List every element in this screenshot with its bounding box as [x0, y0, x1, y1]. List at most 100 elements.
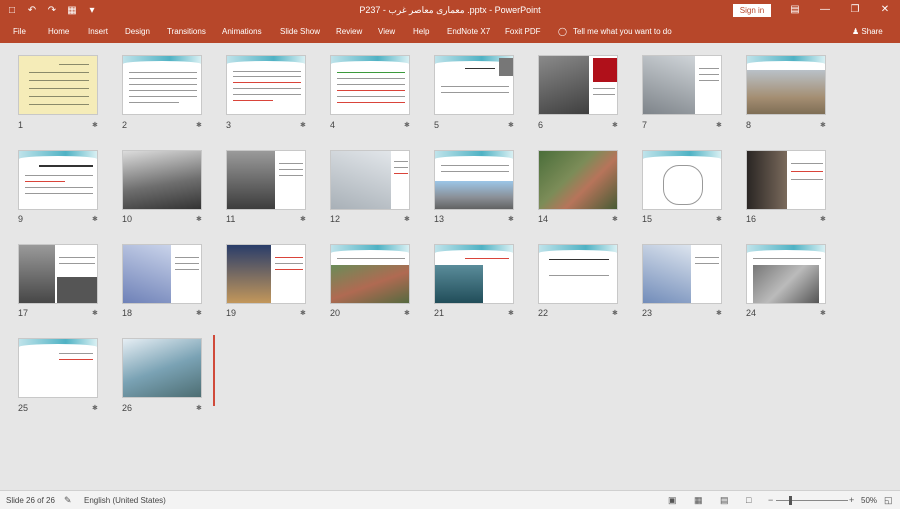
transition-star-icon: ✱	[404, 216, 410, 223]
slide-sorter[interactable]: 1 2 3 4 5 6 7 8 9 10 11 12 13 14 15 16 1…	[0, 43, 900, 490]
close-icon[interactable]: ✕	[870, 2, 900, 18]
slide-thumbnail-20[interactable]	[330, 244, 410, 304]
tell-me-box[interactable]: ◯ Tell me what you want to do	[558, 27, 672, 36]
normal-view-icon[interactable]: ▣	[668, 495, 677, 506]
transition-star-icon: ✱	[196, 405, 202, 412]
slide-number-14: 14	[538, 214, 549, 224]
tab-file[interactable]: File	[13, 27, 26, 36]
slide-number-19: 19	[226, 308, 237, 318]
insertion-marker	[213, 335, 215, 406]
slide-thumbnail-24[interactable]	[746, 244, 826, 304]
slide-thumbnail-23[interactable]	[642, 244, 722, 304]
transition-star-icon: ✱	[92, 405, 98, 412]
fit-to-window-icon[interactable]: ◱	[884, 495, 893, 506]
slide-thumbnail-2[interactable]	[122, 55, 202, 115]
slide-number-13: 13	[434, 214, 445, 224]
slide-thumbnail-14[interactable]	[538, 150, 618, 210]
slide-thumbnail-11[interactable]	[226, 150, 306, 210]
slide-thumbnail-15[interactable]	[642, 150, 722, 210]
transition-star-icon: ✱	[196, 122, 202, 129]
slide-thumbnail-19[interactable]	[226, 244, 306, 304]
tab-view[interactable]: View	[378, 27, 395, 36]
ribbon-display-icon[interactable]: ▤	[780, 2, 810, 18]
zoom-out-icon[interactable]: −	[768, 495, 773, 505]
slide-show-view-icon[interactable]: □	[746, 495, 751, 505]
zoom-level[interactable]: 50%	[861, 496, 877, 505]
transition-star-icon: ✱	[404, 310, 410, 317]
transition-star-icon: ✱	[196, 216, 202, 223]
slide-thumbnail-6[interactable]	[538, 55, 618, 115]
slide-number-7: 7	[642, 120, 648, 130]
share-label: Share	[861, 27, 883, 36]
transition-star-icon: ✱	[404, 122, 410, 129]
slide-thumbnail-12[interactable]	[330, 150, 410, 210]
transition-star-icon: ✱	[300, 216, 306, 223]
transition-star-icon: ✱	[92, 310, 98, 317]
tab-foxit-pdf[interactable]: Foxit PDF	[505, 27, 541, 36]
slide-thumbnail-22[interactable]	[538, 244, 618, 304]
tab-home[interactable]: Home	[48, 27, 69, 36]
tab-slide-show[interactable]: Slide Show	[280, 27, 320, 36]
zoom-slider-thumb[interactable]	[789, 496, 792, 505]
slide-thumbnail-16[interactable]	[746, 150, 826, 210]
slide-number-21: 21	[434, 308, 445, 318]
slide-thumbnail-26[interactable]	[122, 338, 202, 398]
transition-star-icon: ✱	[196, 310, 202, 317]
reading-view-icon[interactable]: ▤	[720, 495, 729, 506]
slide-number-22: 22	[538, 308, 549, 318]
zoom-in-icon[interactable]: +	[849, 495, 854, 505]
tab-transitions[interactable]: Transitions	[167, 27, 206, 36]
slide-number-20: 20	[330, 308, 341, 318]
slide-thumbnail-4[interactable]	[330, 55, 410, 115]
slide-thumbnail-8[interactable]	[746, 55, 826, 115]
transition-star-icon: ✱	[716, 216, 722, 223]
tab-endnote[interactable]: EndNote X7	[447, 27, 490, 36]
slide-thumbnail-21[interactable]	[434, 244, 514, 304]
transition-star-icon: ✱	[612, 122, 618, 129]
lightbulb-icon: ◯	[558, 27, 567, 36]
slide-thumbnail-18[interactable]	[122, 244, 202, 304]
title-bar: □ ↶ ↷ ▦ ▾ P237 - معماری معاصر غرب .pptx …	[0, 0, 900, 21]
slide-number-9: 9	[18, 214, 24, 224]
slide-thumbnail-17[interactable]	[18, 244, 98, 304]
spelling-icon[interactable]: ✎	[64, 495, 72, 506]
tab-design[interactable]: Design	[125, 27, 150, 36]
slide-thumbnail-5[interactable]	[434, 55, 514, 115]
slide-number-16: 16	[746, 214, 757, 224]
slide-thumbnail-9[interactable]	[18, 150, 98, 210]
tab-animations[interactable]: Animations	[222, 27, 262, 36]
slide-counter: Slide 26 of 26	[6, 496, 55, 505]
transition-star-icon: ✱	[612, 310, 618, 317]
slide-number-23: 23	[642, 308, 653, 318]
slide-number-1: 1	[18, 120, 24, 130]
slide-thumbnail-1[interactable]	[18, 55, 98, 115]
slide-number-24: 24	[746, 308, 757, 318]
slide-number-12: 12	[330, 214, 341, 224]
slide-thumbnail-13[interactable]	[434, 150, 514, 210]
transition-star-icon: ✱	[300, 310, 306, 317]
transition-star-icon: ✱	[508, 310, 514, 317]
tab-insert[interactable]: Insert	[88, 27, 108, 36]
slide-thumbnail-10[interactable]	[122, 150, 202, 210]
slide-sorter-view-icon[interactable]: ▦	[694, 495, 703, 506]
transition-star-icon: ✱	[716, 310, 722, 317]
restore-icon[interactable]: ❐	[840, 2, 870, 18]
sign-in-button[interactable]: Sign in	[733, 4, 771, 17]
slide-number-6: 6	[538, 120, 544, 130]
transition-star-icon: ✱	[820, 216, 826, 223]
slide-thumbnail-7[interactable]	[642, 55, 722, 115]
slide-number-10: 10	[122, 214, 133, 224]
slide-number-8: 8	[746, 120, 752, 130]
tab-help[interactable]: Help	[413, 27, 429, 36]
share-button[interactable]: ♟ Share	[852, 27, 883, 36]
transition-star-icon: ✱	[716, 122, 722, 129]
slide-thumbnail-3[interactable]	[226, 55, 306, 115]
slide-thumbnail-25[interactable]	[18, 338, 98, 398]
transition-star-icon: ✱	[820, 310, 826, 317]
language-indicator[interactable]: English (United States)	[84, 496, 166, 505]
minimize-icon[interactable]: —	[810, 2, 840, 18]
zoom-slider[interactable]	[776, 500, 848, 501]
tab-review[interactable]: Review	[336, 27, 362, 36]
slide-number-17: 17	[18, 308, 29, 318]
transition-star-icon: ✱	[300, 122, 306, 129]
